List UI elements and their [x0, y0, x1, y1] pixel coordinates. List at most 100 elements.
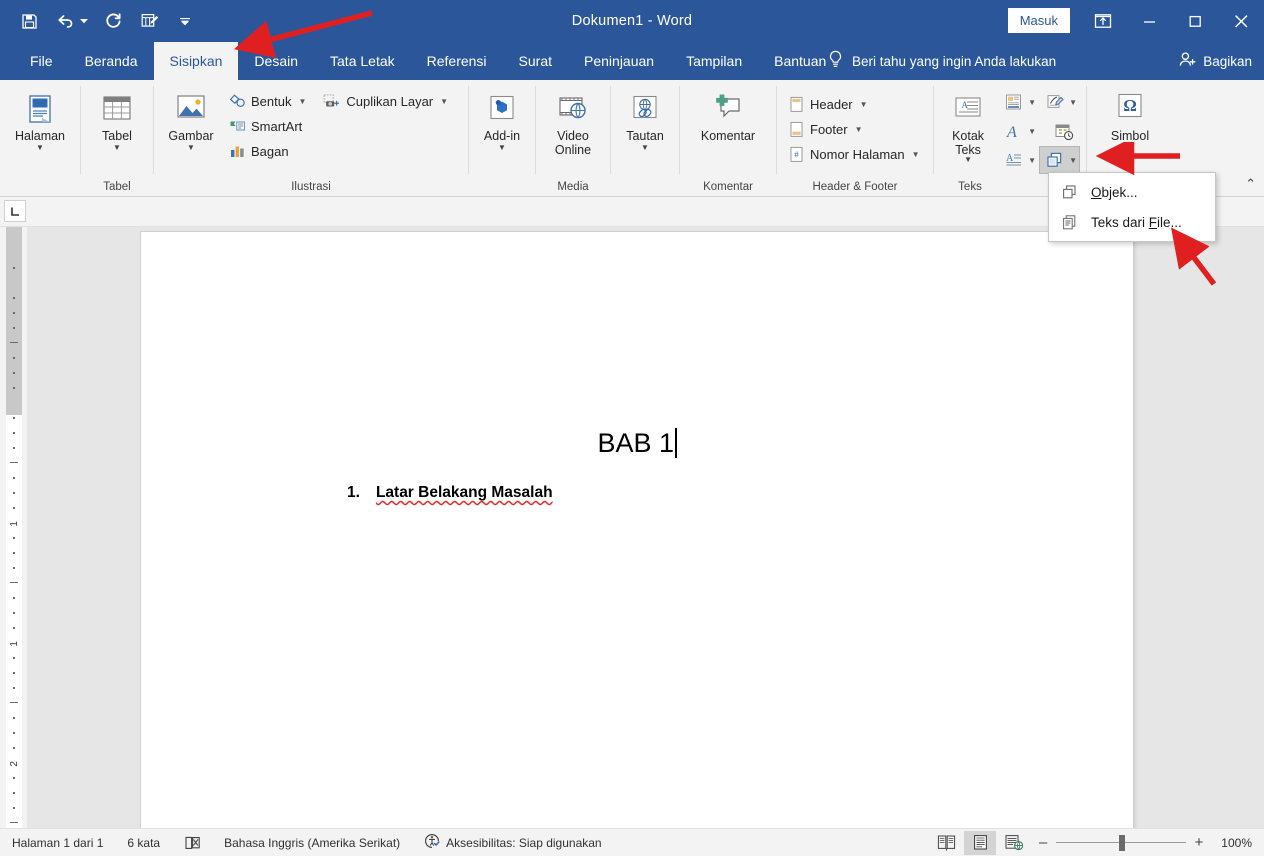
language-indicator[interactable]: Bahasa Inggris (Amerika Serikat) [212, 829, 412, 856]
header-caret-icon[interactable]: ▼ [860, 100, 868, 109]
footer-caret-icon[interactable]: ▼ [855, 125, 863, 134]
document-page[interactable]: BAB 1 1. Latar Belakang Masalah [141, 232, 1133, 828]
footer-icon [787, 120, 805, 138]
drop-cap-caret-icon[interactable]: ▼ [1028, 156, 1036, 165]
vruler-tick [13, 432, 15, 434]
addin-button[interactable]: Add-in ▼ [476, 86, 528, 153]
menu-item-teks-dari-file[interactable]: Teks dari File... [1049, 207, 1215, 237]
ribbon-group-tautan: Tautan ▼ [611, 80, 679, 197]
tab-tampilan[interactable]: Tampilan [670, 42, 758, 80]
gambar-caret-icon[interactable]: ▼ [187, 144, 195, 152]
vruler-tick [13, 357, 15, 359]
tab-referensi[interactable]: Referensi [411, 42, 503, 80]
quick-parts-caret-icon[interactable]: ▼ [1028, 98, 1036, 107]
proofing-errors-icon[interactable] [172, 829, 212, 856]
ribbon-display-options-icon[interactable] [1080, 0, 1126, 42]
sign-in-button[interactable]: Masuk [1007, 8, 1070, 33]
addin-caret-icon[interactable]: ▼ [498, 144, 506, 152]
tabel-caret-icon[interactable]: ▼ [113, 144, 121, 152]
vertical-ruler[interactable]: 1123 [0, 227, 27, 828]
simbol-button[interactable]: Ω Simbol ▼ [1104, 86, 1156, 153]
tab-sisipkan[interactable]: Sisipkan [153, 42, 239, 80]
word-count[interactable]: 6 kata [115, 829, 172, 856]
tab-file[interactable]: File [14, 42, 69, 80]
vruler-tick [13, 387, 15, 389]
kotak-teks-caret-icon[interactable]: ▼ [964, 156, 972, 164]
simbol-caret-icon[interactable]: ▼ [1126, 144, 1134, 152]
smartart-button[interactable]: SmartArt [224, 114, 313, 138]
signature-line-button[interactable]: ▼ [1039, 88, 1080, 116]
ribbon-tab-strip: File Beranda Sisipkan Desain Tata Letak … [0, 42, 1264, 80]
date-time-button[interactable] [1049, 117, 1079, 145]
tab-tata-letak[interactable]: Tata Letak [314, 42, 411, 80]
tab-surat[interactable]: Surat [503, 42, 568, 80]
object-button[interactable]: ▼ [1039, 146, 1080, 174]
vruler-tick [13, 492, 15, 494]
lightbulb-icon [828, 50, 843, 72]
bagan-button[interactable]: Bagan [224, 139, 313, 163]
vruler-tick [13, 447, 15, 449]
wordart-caret-icon[interactable]: ▼ [1028, 127, 1036, 136]
cuplikan-layar-button[interactable]: Cuplikan Layar ▼ [319, 89, 455, 113]
collapse-ribbon-button[interactable]: ⌃ [1245, 176, 1256, 192]
bentuk-caret-icon[interactable]: ▼ [298, 97, 306, 106]
tabel-button[interactable]: Tabel ▼ [91, 86, 143, 153]
komentar-button[interactable]: Komentar [694, 86, 762, 144]
halaman-button[interactable]: Halaman ▼ [8, 86, 72, 153]
zoom-slider-thumb[interactable] [1119, 834, 1125, 851]
tab-stop-selector-button[interactable] [4, 200, 26, 222]
print-layout-view-button[interactable] [964, 830, 996, 855]
close-icon[interactable] [1218, 0, 1264, 42]
zoom-level[interactable]: 100% [1212, 836, 1256, 850]
simbol-label: Simbol [1110, 129, 1150, 143]
tab-beranda[interactable]: Beranda [69, 42, 154, 80]
share-button[interactable]: Bagikan [1179, 42, 1252, 80]
minimize-icon[interactable] [1126, 0, 1172, 42]
zoom-slider[interactable] [1056, 831, 1186, 855]
menu-item-objek[interactable]: Objek... [1049, 177, 1215, 207]
kotak-teks-button[interactable]: A Kotak Teks ▼ [940, 86, 996, 165]
tab-peninjauan[interactable]: Peninjauan [568, 42, 670, 80]
gambar-button[interactable]: Gambar ▼ [160, 86, 222, 153]
maximize-icon[interactable] [1172, 0, 1218, 42]
page-info[interactable]: Halaman 1 dari 1 [0, 829, 115, 856]
web-layout-view-button[interactable] [998, 831, 1030, 855]
menu-item-teks-dari-file-label: Teks dari File... [1091, 214, 1182, 230]
drop-cap-button[interactable]: A ▼ [998, 146, 1039, 174]
new-comment-icon [709, 91, 747, 127]
cuplikan-layar-caret-icon[interactable]: ▼ [440, 97, 448, 106]
video-online-button[interactable]: Video Online [542, 86, 604, 158]
vruler-tick [10, 822, 18, 823]
document-canvas[interactable]: BAB 1 1. Latar Belakang Masalah [27, 227, 1264, 828]
omega-symbol-icon: Ω [1112, 91, 1148, 127]
tautan-caret-icon[interactable]: ▼ [641, 144, 649, 152]
read-mode-view-button[interactable] [930, 831, 962, 855]
object-dropdown-caret-icon[interactable]: ▼ [1069, 156, 1077, 165]
halaman-caret-icon[interactable]: ▼ [36, 144, 44, 152]
ilustrasi-small-buttons: Bentuk ▼ SmartArt Bagan [224, 86, 313, 163]
document-title: Dokumen1 - Word [571, 13, 693, 29]
group-label-ilustrasi: Ilustrasi [291, 181, 331, 193]
tautan-button[interactable]: Tautan ▼ [619, 86, 671, 153]
kotak-teks-label: Kotak Teks [952, 129, 985, 157]
document-list-item[interactable]: 1. Latar Belakang Masalah [347, 484, 553, 502]
zoom-out-button[interactable]: – [1032, 834, 1054, 851]
wordart-button[interactable]: A ▼ [998, 117, 1039, 145]
footer-button[interactable]: Footer ▼ [783, 117, 927, 141]
tell-me-search[interactable]: Beri tahu yang ingin Anda lakukan [828, 42, 1056, 80]
nomor-halaman-button[interactable]: # Nomor Halaman ▼ [783, 142, 927, 166]
bentuk-button[interactable]: Bentuk ▼ [224, 89, 313, 113]
tab-desain[interactable]: Desain [238, 42, 314, 80]
bentuk-label: Bentuk [251, 93, 292, 109]
nomor-halaman-caret-icon[interactable]: ▼ [912, 150, 920, 159]
ribbon-group-addin: Add-in ▼ [469, 80, 535, 197]
zoom-in-button[interactable]: + [1188, 834, 1210, 851]
document-heading[interactable]: BAB 1 [141, 428, 1133, 459]
accessibility-status[interactable]: Aksesibilitas: Siap digunakan [412, 829, 613, 856]
header-button[interactable]: Header ▼ [783, 92, 927, 116]
vruler-tick [13, 267, 15, 269]
signature-line-caret-icon[interactable]: ▼ [1069, 98, 1077, 107]
video-online-label: Video Online [554, 129, 592, 157]
quick-parts-button[interactable]: ▼ [998, 88, 1039, 116]
group-label-komentar: Komentar [703, 181, 753, 193]
